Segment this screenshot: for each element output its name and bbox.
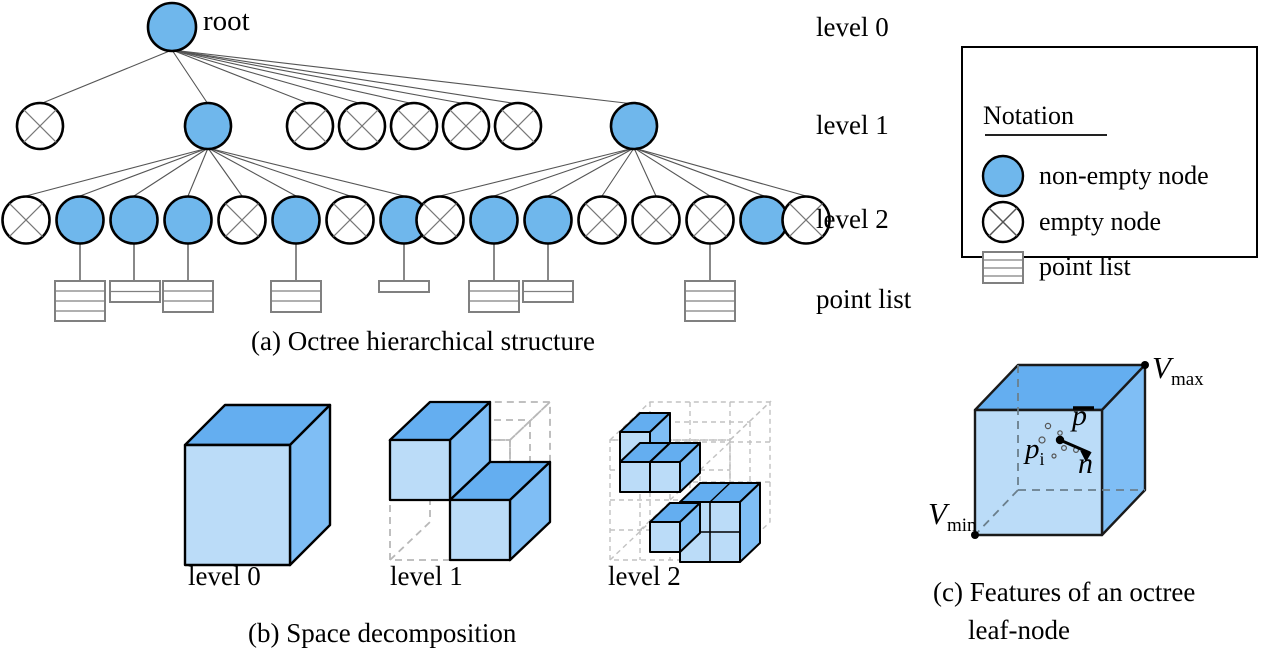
level-2-label: level 2 xyxy=(816,204,889,234)
tree-node-nonempty[interactable] xyxy=(163,195,213,245)
filled-circle-icon xyxy=(981,154,1025,198)
notation-title: Notation xyxy=(983,101,1074,130)
panel-c-caption-line2: leaf-node xyxy=(968,615,1070,645)
normal-label: n xyxy=(1078,447,1093,480)
level-1-label: level 1 xyxy=(816,110,889,140)
tree-node-empty[interactable] xyxy=(389,101,439,151)
tree-node-empty[interactable] xyxy=(337,101,387,151)
notation-legend-box: Notation non-empty node empty node point… xyxy=(961,46,1258,284)
tree-node-empty[interactable] xyxy=(493,101,543,151)
root-label: root xyxy=(203,5,250,37)
tree-level2-group2-nodes xyxy=(415,195,831,245)
tree-node-nonempty[interactable] xyxy=(469,195,519,245)
cube-label-level-2: level 2 xyxy=(608,561,681,591)
leaf-node-cube xyxy=(973,363,1147,537)
vmax-point xyxy=(1141,361,1149,369)
tree-node-empty[interactable] xyxy=(285,101,335,151)
point-list-box[interactable] xyxy=(54,280,106,322)
tree-node-empty[interactable] xyxy=(325,195,375,245)
tree-node-empty[interactable] xyxy=(15,101,65,151)
tree-level2-group1-nodes xyxy=(1,195,429,245)
legend-label: empty node xyxy=(1039,207,1162,236)
point-list-boxes xyxy=(54,280,736,322)
point-list-box[interactable] xyxy=(109,280,161,303)
point-list-icon xyxy=(982,251,1024,284)
point-list-box[interactable] xyxy=(162,280,214,313)
tree-node-nonempty[interactable] xyxy=(739,195,789,245)
legend-item-empty-node: empty node xyxy=(981,200,1161,244)
crossed-circle-icon xyxy=(981,200,1025,244)
panel-a-tree-svg xyxy=(1,1,831,322)
panel-a-caption: (a) Octree hierarchical structure xyxy=(251,326,596,356)
cube-level-1 xyxy=(387,399,553,563)
panel-c-caption-line1: (c) Features of an octree xyxy=(933,577,1196,607)
tree-node-empty[interactable] xyxy=(577,195,627,245)
tree-node-root[interactable] xyxy=(146,1,198,53)
legend-item-point-list: point list xyxy=(981,248,1131,286)
legend-item-non-empty-node: non-empty node xyxy=(981,154,1209,198)
point-list-label: point list xyxy=(816,284,912,314)
tree-node-empty[interactable] xyxy=(631,195,681,245)
point-list-box[interactable] xyxy=(684,280,736,322)
pi-label: pi xyxy=(1025,433,1045,469)
octree-figure: root level 0 level 1 level 2 point list … xyxy=(0,0,1266,665)
tree-node-empty[interactable] xyxy=(441,101,491,151)
point-list-box[interactable] xyxy=(378,280,430,293)
panel-b-cubes-svg xyxy=(183,399,772,567)
point-list-box[interactable] xyxy=(522,280,574,303)
tree-node-empty[interactable] xyxy=(1,195,51,245)
tree-edges-level0-1 xyxy=(39,49,635,105)
panel-c-leaf-cube-svg xyxy=(971,361,1149,539)
tree-node-nonempty[interactable] xyxy=(523,195,573,245)
cube-level-2 xyxy=(608,400,772,563)
p-bar-label: p xyxy=(1072,399,1087,432)
level-0-label: level 0 xyxy=(816,12,889,42)
point-list-box[interactable] xyxy=(270,280,322,313)
tree-level1-nodes xyxy=(15,101,659,151)
cube-level-0 xyxy=(183,403,332,567)
tree-node-empty[interactable] xyxy=(415,195,465,245)
tree-stems-pointlists xyxy=(79,243,711,281)
notation-title-underline xyxy=(985,134,1107,136)
tree-node-empty[interactable] xyxy=(685,195,735,245)
panel-b-caption: (b) Space decomposition xyxy=(248,618,517,648)
tree-node-nonempty[interactable] xyxy=(609,101,659,151)
vmin-label: Vmin xyxy=(928,496,977,537)
tree-node-empty[interactable] xyxy=(217,195,267,245)
legend-label: non-empty node xyxy=(1039,161,1209,190)
tree-node-nonempty[interactable] xyxy=(183,101,233,151)
tree-edges-level1-2-group2 xyxy=(439,147,807,197)
vmax-label: Vmax xyxy=(1152,350,1204,391)
tree-node-nonempty[interactable] xyxy=(109,195,159,245)
legend-label: point list xyxy=(1039,252,1131,281)
cube-label-level-0: level 0 xyxy=(188,561,261,591)
point-list-box[interactable] xyxy=(468,280,520,313)
tree-edges-level1-2-group1 xyxy=(25,147,405,197)
cube-label-level-1: level 1 xyxy=(390,561,463,591)
tree-node-nonempty[interactable] xyxy=(271,195,321,245)
tree-node-nonempty[interactable] xyxy=(55,195,105,245)
